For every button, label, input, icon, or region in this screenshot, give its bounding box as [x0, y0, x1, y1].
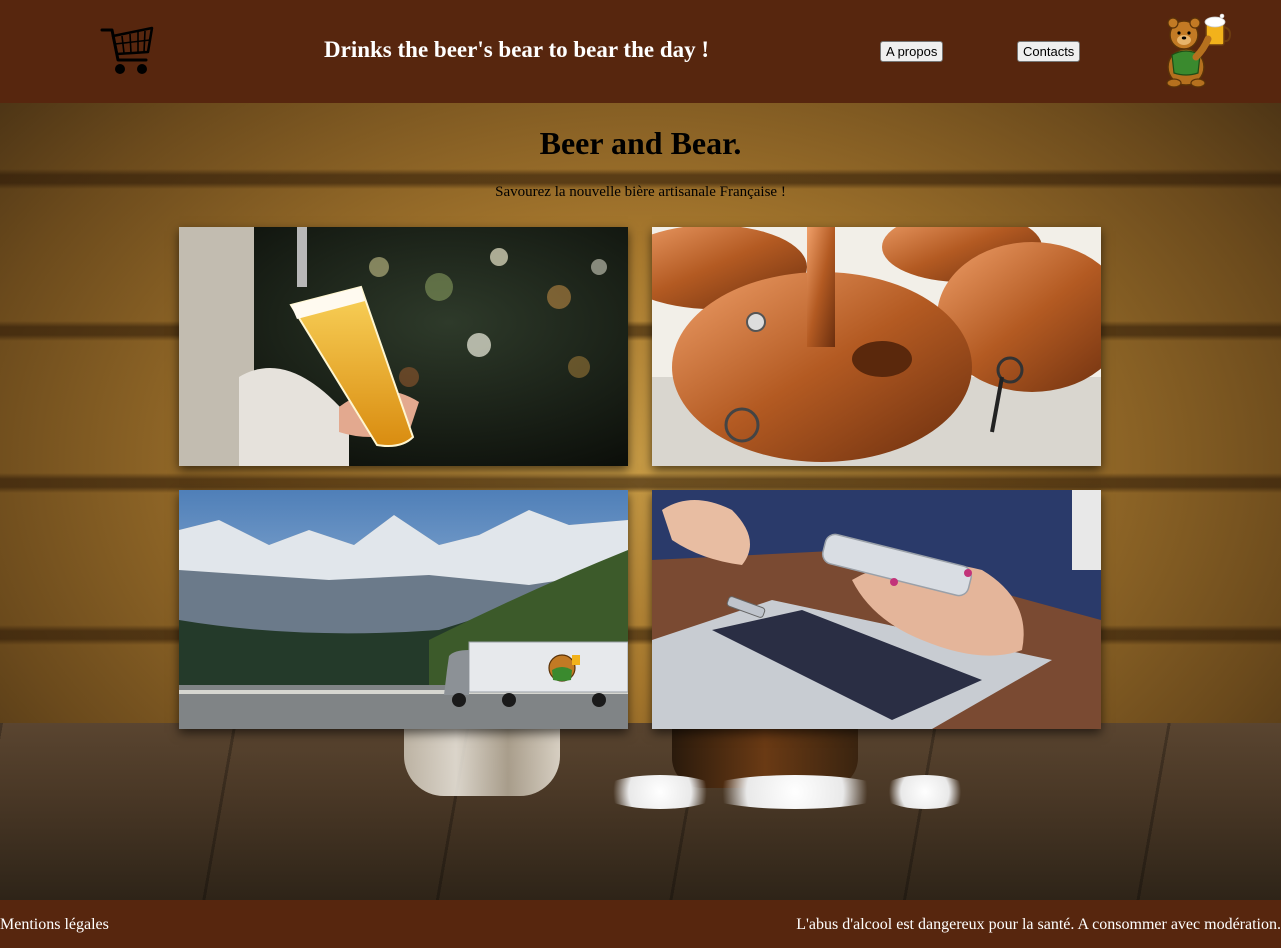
bear-beer-logo[interactable] [1160, 11, 1234, 89]
glass-base-decoration [404, 728, 560, 796]
mountain-truck-photo[interactable] [179, 490, 628, 729]
contacts-button[interactable]: Contacts [1017, 41, 1081, 62]
site-header: Drinks the beer's bear to bear the day !… [0, 0, 1281, 103]
apropos-button[interactable]: A propos [880, 41, 944, 62]
beer-pour-photo[interactable] [179, 227, 628, 466]
ice-decoration [880, 775, 970, 809]
page-subtitle: Savourez la nouvelle bière artisanale Fr… [495, 184, 786, 200]
ice-decoration [700, 775, 890, 809]
hero-section: Beer and Bear. Savourez la nouvelle bièr… [0, 103, 1281, 900]
page-title: Beer and Bear. [539, 125, 742, 161]
phone-laptop-photo[interactable] [652, 490, 1101, 729]
legal-notice-link[interactable]: Mentions légales [0, 916, 109, 934]
wood-table-background [0, 723, 1281, 900]
brewery-copper-kettles-photo[interactable] [652, 227, 1101, 466]
alcohol-warning: L'abus d'alcool est dangereux pour la sa… [796, 916, 1281, 933]
shopping-cart-icon[interactable] [100, 24, 156, 78]
site-tagline: Drinks the beer's bear to bear the day ! [324, 37, 710, 62]
site-footer: Mentions légales L'abus d'alcool est dan… [0, 900, 1281, 948]
